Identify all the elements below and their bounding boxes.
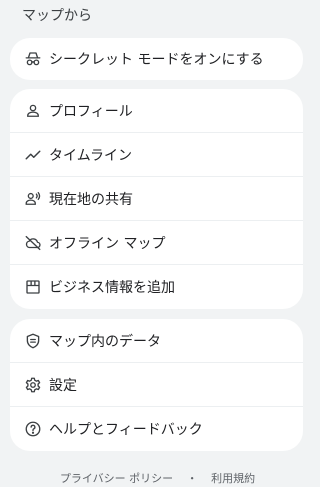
incognito-card: シークレット モードをオンにする — [10, 38, 303, 80]
menu-item-label: プロフィール — [49, 103, 133, 120]
menu-item-timeline[interactable]: タイムライン — [10, 133, 303, 177]
offline-cloud-icon — [24, 234, 42, 252]
settings-menu-card: マップ内のデータ 設定 ヘルプとフィードバック — [10, 319, 303, 451]
menu-item-label: 設定 — [49, 377, 77, 394]
footer: プライバシー ポリシー ・ 利用規約 — [0, 470, 315, 486]
terms-link[interactable]: 利用規約 — [211, 472, 255, 485]
location-sharing-icon — [24, 190, 42, 208]
footer-separator: ・ — [186, 472, 198, 485]
incognito-toggle[interactable]: シークレット モードをオンにする — [10, 38, 303, 80]
menu-item-label: ヘルプとフィードバック — [49, 422, 203, 438]
menu-item-your-data[interactable]: マップ内のデータ — [10, 319, 303, 363]
menu-item-help-feedback[interactable]: ヘルプとフィードバック — [10, 407, 303, 451]
menu-item-profile[interactable]: プロフィール — [10, 89, 303, 133]
storefront-icon — [24, 278, 42, 296]
account-menu-card: プロフィール タイムライン 現在地の共有 オフライン マップ ビジネス情報を追加 — [10, 89, 303, 309]
privacy-policy-link[interactable]: プライバシー ポリシー — [60, 472, 173, 485]
person-icon — [24, 102, 42, 120]
menu-item-label: 現在地の共有 — [49, 191, 133, 208]
menu-item-label: ビジネス情報を追加 — [49, 280, 175, 296]
menu-item-settings[interactable]: 設定 — [10, 363, 303, 407]
gear-icon — [24, 376, 42, 394]
menu-item-label: オフライン マップ — [49, 235, 166, 252]
menu-item-offline-maps[interactable]: オフライン マップ — [10, 221, 303, 265]
menu-item-label: タイムライン — [49, 147, 133, 164]
incognito-icon — [24, 50, 42, 68]
menu-item-location-sharing[interactable]: 現在地の共有 — [10, 177, 303, 221]
incognito-label: シークレット モードをオンにする — [49, 52, 264, 68]
data-shield-icon — [24, 332, 42, 350]
timeline-icon — [24, 146, 42, 164]
section-title: マップから — [22, 8, 92, 24]
help-icon — [24, 420, 42, 438]
menu-item-add-business[interactable]: ビジネス情報を追加 — [10, 265, 303, 309]
menu-item-label: マップ内のデータ — [49, 333, 161, 350]
